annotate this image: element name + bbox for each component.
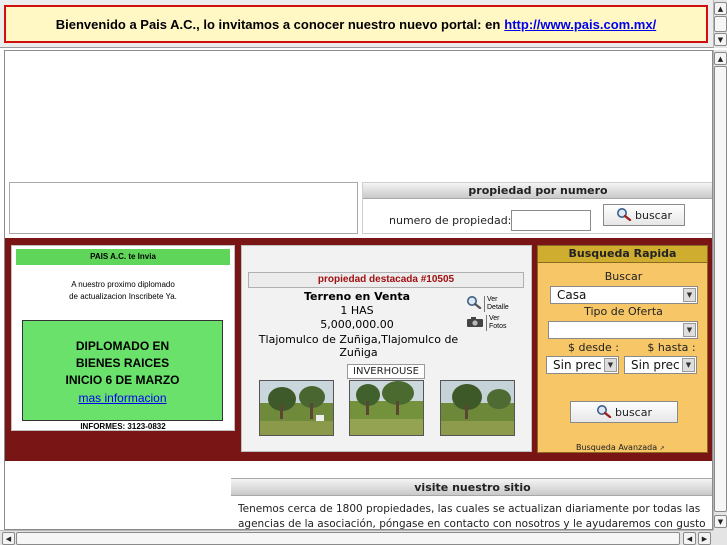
price-to-label: $ hasta : <box>647 341 696 354</box>
diploma-box: DIPLOMADO EN BIENES RAICES INICIO 6 DE M… <box>22 320 223 421</box>
visit-text-line-1: Tenemos cerca de 1800 propiedades, las c… <box>238 503 701 515</box>
advanced-search-link[interactable]: Busqueda Avanzada ↗ <box>576 443 665 452</box>
magnifier-icon <box>596 404 612 421</box>
more-info-link[interactable]: mas informacion <box>23 390 222 407</box>
invite-contact: INFORMES: 3123-0832 <box>80 422 166 431</box>
search-button-label: buscar <box>635 208 672 222</box>
featured-links: Ver Detalle Ver Fotos <box>466 295 518 334</box>
promo-section: PAIS A.C. te Invia A nuestro proximo dip… <box>5 238 712 461</box>
property-search-button[interactable]: buscar <box>603 204 685 226</box>
arrow-icon: ↗ <box>659 445 665 452</box>
camera-icon <box>466 316 484 331</box>
photos-link-line-2: Fotos <box>489 323 507 330</box>
view-photos-link[interactable]: Ver Fotos <box>466 315 518 331</box>
view-detail-link[interactable]: Ver Detalle <box>466 295 518 312</box>
scrollbar-corner <box>713 530 727 545</box>
detail-link-line-2: Detalle <box>487 303 509 311</box>
property-number-input[interactable] <box>511 210 591 231</box>
featured-property-panel: propiedad destacada #10505 Terreno en Ve… <box>241 245 532 452</box>
scroll-thumb[interactable] <box>714 66 727 512</box>
visit-site-header: visite nuestro sitio <box>231 478 712 496</box>
empty-content-box <box>9 182 358 234</box>
scroll-left-button[interactable]: ◀ <box>2 532 15 545</box>
detail-link-line-1: Ver <box>487 295 498 303</box>
property-photo-1[interactable] <box>259 380 334 436</box>
horizontal-scroll-thumb[interactable] <box>16 532 680 545</box>
invite-text-line-1: A nuestro proximo diplomado <box>71 280 175 289</box>
price-from-select[interactable]: Sin prec ▼ <box>546 356 619 374</box>
magnifier-icon <box>616 207 632 224</box>
featured-title: propiedad destacada #10505 <box>248 272 524 288</box>
scroll-right-button[interactable]: ▶ <box>698 532 711 545</box>
scroll-down-button[interactable]: ▼ <box>714 33 727 46</box>
diploma-line-2: BIENES RAICES <box>75 356 170 370</box>
browser-window: Bienvenido a Pais A.C., lo invitamos a c… <box>0 0 727 545</box>
scroll-up-button[interactable]: ▲ <box>714 2 727 15</box>
invite-panel: PAIS A.C. te Invia A nuestro proximo dip… <box>11 245 235 431</box>
property-area: 1 HAS <box>340 304 374 317</box>
top-frame: Bienvenido a Pais A.C., lo invitamos a c… <box>0 0 727 48</box>
scroll-down-button[interactable]: ▼ <box>714 515 727 528</box>
diploma-line-1: DIPLOMADO EN <box>75 339 170 353</box>
price-to-select[interactable]: Sin prec ▼ <box>624 356 697 374</box>
chevron-down-icon: ▼ <box>604 358 617 372</box>
property-type-select[interactable]: Casa ▼ <box>550 286 698 304</box>
property-type: Terreno en Venta <box>303 290 411 303</box>
location-line-1: Tlajomulco de Zuñiga,Tlajomulco de <box>258 333 459 346</box>
quick-search-header: Busqueda Rapida <box>538 246 707 263</box>
chevron-down-icon: ▼ <box>683 288 696 302</box>
horizontal-scrollbar[interactable]: ◀ ◀ ▶ <box>0 530 713 545</box>
main-frame-scrollbar[interactable]: ▲ ▼ <box>713 50 727 530</box>
offer-type-select[interactable]: ▼ <box>548 321 698 339</box>
property-location: Tlajomulco de Zuñiga,Tlajomulco de Zuñig… <box>256 333 461 359</box>
scroll-left-button-2[interactable]: ◀ <box>683 532 696 545</box>
property-number-header: propiedad por numero <box>363 183 712 199</box>
property-photo-2[interactable] <box>349 380 424 436</box>
property-number-panel: propiedad por numero numero de propiedad… <box>362 182 712 234</box>
property-type-value: Casa <box>557 288 587 302</box>
search-type-label: Buscar <box>604 270 643 283</box>
property-number-label: numero de propiedad: <box>389 214 512 227</box>
welcome-banner: Bienvenido a Pais A.C., lo invitamos a c… <box>4 5 708 43</box>
visit-text-line-2: agencias de la asociación, póngase en co… <box>238 518 706 530</box>
quick-search-panel: Busqueda Rapida Buscar Casa ▼ Tipo de Of… <box>537 245 708 453</box>
chevron-down-icon: ▼ <box>682 358 695 372</box>
price-to-value: Sin prec <box>631 358 680 372</box>
property-photo-3[interactable] <box>440 380 515 436</box>
chevron-down-icon: ▼ <box>683 323 696 337</box>
invite-text-line-2: de actualizacion Inscribete Ya. <box>69 292 177 301</box>
portal-link[interactable]: http://www.pais.com.mx/ <box>504 17 656 32</box>
magnifier-icon <box>466 295 482 312</box>
location-line-2: Zuñiga <box>339 346 378 359</box>
invite-header: PAIS A.C. te Invia <box>16 249 230 265</box>
agency-name: INVERHOUSE <box>347 364 425 379</box>
advanced-search-label: Busqueda Avanzada <box>576 443 658 452</box>
quick-search-button[interactable]: buscar <box>570 401 678 423</box>
diploma-line-3: INICIO 6 DE MARZO <box>65 373 180 387</box>
quick-search-button-label: buscar <box>615 405 652 419</box>
offer-type-label: Tipo de Oferta <box>584 305 663 318</box>
photos-link-line-1: Ver <box>489 315 500 322</box>
invite-text: A nuestro proximo diplomado de actualiza… <box>16 279 230 303</box>
property-price: 5,000,000.00 <box>320 318 394 331</box>
top-frame-scrollbar[interactable]: ▲ ▼ <box>713 0 727 48</box>
visit-site-text: Tenemos cerca de 1800 propiedades, las c… <box>238 502 712 530</box>
scroll-up-button[interactable]: ▲ <box>714 52 727 65</box>
main-frame: propiedad por numero numero de propiedad… <box>4 50 713 530</box>
banner-text: Bienvenido a Pais A.C., lo invitamos a c… <box>55 16 501 32</box>
price-from-value: Sin prec <box>553 358 602 372</box>
scroll-thumb[interactable] <box>714 16 727 32</box>
